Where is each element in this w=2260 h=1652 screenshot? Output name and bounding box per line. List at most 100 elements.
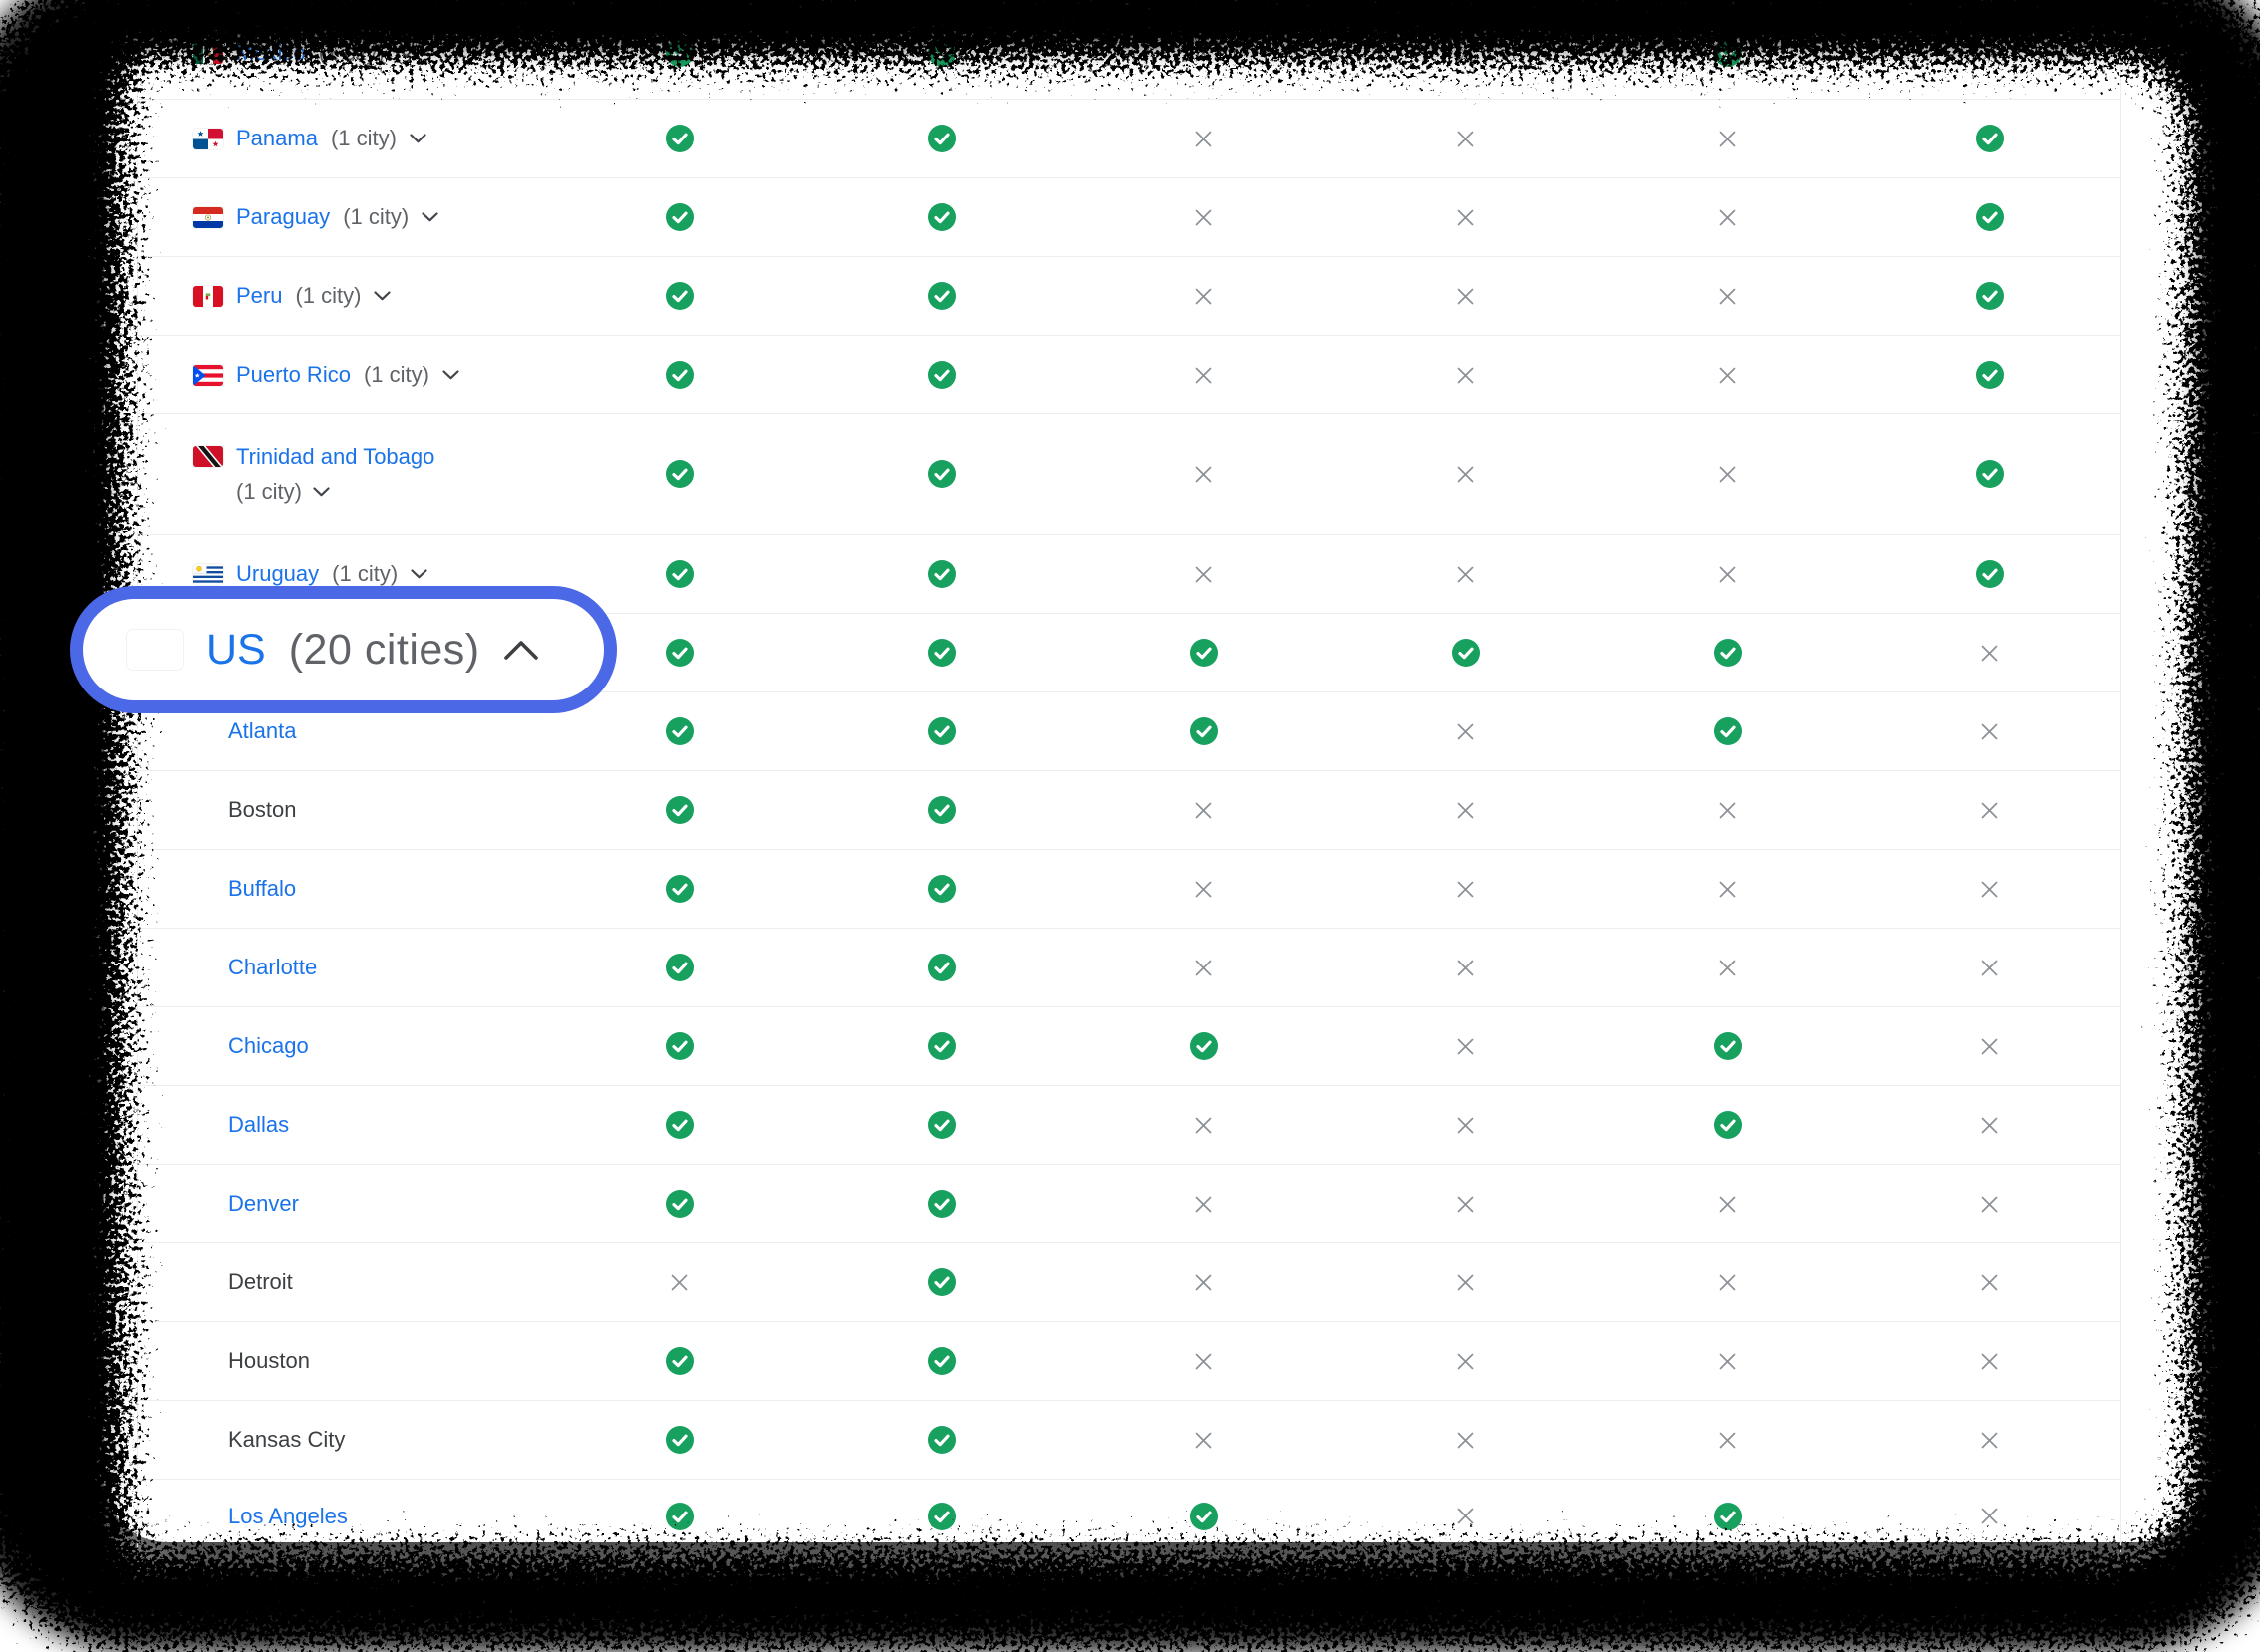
page: Mexico(1 city)Panama(1 city) Paraguay (1 c… (0, 0, 2260, 1610)
availability-cell (548, 100, 810, 177)
availability-cell (810, 535, 1072, 613)
city-link[interactable]: Dallas (228, 1112, 289, 1138)
city-link: Kansas City (228, 1427, 345, 1453)
availability-cell (810, 1243, 1072, 1321)
check-icon (1714, 1032, 1742, 1060)
country-link[interactable]: Panama (236, 126, 318, 151)
availability-cell (1072, 692, 1334, 770)
x-icon (1716, 1429, 1739, 1452)
availability-cell (1072, 1243, 1334, 1321)
city-row: Buffalo (138, 850, 2120, 929)
availability-cell (1596, 24, 1858, 82)
availability-cell (1072, 1007, 1334, 1085)
row-label-cell: Detroit (138, 1243, 548, 1321)
availability-cell (1072, 614, 1334, 691)
availability-cell (548, 1007, 810, 1085)
country-link[interactable]: Paraguay (236, 204, 330, 230)
availability-cell (810, 771, 1072, 849)
country-row: Panama(1 city) (138, 100, 2120, 178)
availability-cell (1334, 692, 1596, 770)
chevron-down-icon[interactable] (410, 134, 426, 143)
check-icon (928, 1426, 956, 1454)
check-icon (928, 361, 956, 389)
city-row: Dallas (138, 1086, 2120, 1165)
availability-cell (1334, 929, 1596, 1006)
city-link[interactable]: Buffalo (228, 876, 296, 902)
x-icon (1978, 878, 2001, 901)
x-icon (1454, 878, 1477, 901)
city-link: Detroit (228, 1269, 293, 1295)
chevron-down-icon[interactable] (442, 370, 459, 380)
city-count-label: (1 city) (332, 561, 398, 587)
availability-cell (810, 336, 1072, 413)
country-row: Mexico(1 city) (138, 20, 2120, 100)
x-icon (1192, 42, 1215, 65)
city-link[interactable]: Chicago (228, 1033, 309, 1059)
chevron-down-icon[interactable] (398, 48, 415, 58)
city-row: Boston (138, 771, 2120, 850)
x-icon (1978, 1505, 2001, 1527)
country-link[interactable]: Puerto Rico (236, 362, 351, 388)
mexico-flag-icon (193, 43, 223, 64)
availability-cell (1072, 100, 1334, 177)
availability-cell (810, 414, 1072, 534)
x-icon (1454, 563, 1477, 586)
availability-cell (548, 692, 810, 770)
row-label-cell: Peru(1 city) (138, 257, 548, 335)
x-icon (1978, 642, 2001, 665)
availability-cell (1072, 1322, 1334, 1400)
city-link: Boston (228, 797, 297, 823)
country-row: Puerto Rico(1 city) (138, 336, 2120, 414)
availability-cell (1596, 336, 1858, 413)
check-icon (928, 717, 956, 745)
availability-cell (1334, 1480, 1596, 1552)
row-label-cell: Panama(1 city) (138, 100, 548, 177)
check-icon (666, 560, 694, 588)
country-link[interactable]: Trinidad and Tobago (236, 444, 434, 470)
check-icon (666, 639, 694, 667)
highlight-annotation-ring[interactable]: US (20 cities) (70, 586, 617, 713)
us-country-link[interactable]: US (206, 626, 266, 675)
city-link[interactable]: Los Angeles (228, 1504, 348, 1529)
check-icon (1976, 361, 2004, 389)
x-icon (1454, 42, 1477, 65)
city-row: Chicago (138, 1007, 2120, 1086)
availability-cell (1334, 614, 1596, 691)
city-link[interactable]: Denver (228, 1191, 299, 1217)
availability-cell (548, 1480, 810, 1552)
check-icon (1190, 1503, 1218, 1530)
x-icon (1978, 1350, 2001, 1373)
x-icon (1454, 1350, 1477, 1373)
availability-cell (1334, 1086, 1596, 1164)
availability-cell (810, 692, 1072, 770)
check-icon (666, 203, 694, 231)
availability-cell (548, 1243, 810, 1321)
chevron-down-icon[interactable] (422, 212, 438, 222)
row-label-cell: Denver (138, 1165, 548, 1242)
availability-cell (1334, 100, 1596, 177)
availability-cell (810, 1480, 1072, 1552)
check-icon (666, 1426, 694, 1454)
chevron-down-icon[interactable] (411, 569, 427, 579)
check-icon (928, 875, 956, 903)
check-icon (1714, 639, 1742, 667)
availability-cell (1334, 1165, 1596, 1242)
chevron-up-icon[interactable] (503, 639, 539, 661)
country-link[interactable]: Peru (236, 283, 282, 309)
availability-cell (810, 24, 1072, 82)
city-link[interactable]: Charlotte (228, 955, 317, 980)
availability-cell (1858, 771, 2120, 849)
check-icon (666, 1190, 694, 1218)
availability-cell (1596, 1007, 1858, 1085)
check-icon (666, 39, 694, 67)
country-link[interactable]: Mexico (236, 40, 306, 66)
chevron-down-icon[interactable] (374, 291, 391, 301)
us-flag-icon (127, 630, 183, 670)
city-link[interactable]: Atlanta (228, 718, 297, 744)
availability-cell (1596, 692, 1858, 770)
chevron-down-icon[interactable] (313, 487, 330, 497)
availability-cell (1334, 257, 1596, 335)
uruguay-flag-icon (193, 564, 223, 585)
availability-cell (1072, 1401, 1334, 1479)
country-link[interactable]: Uruguay (236, 561, 319, 587)
